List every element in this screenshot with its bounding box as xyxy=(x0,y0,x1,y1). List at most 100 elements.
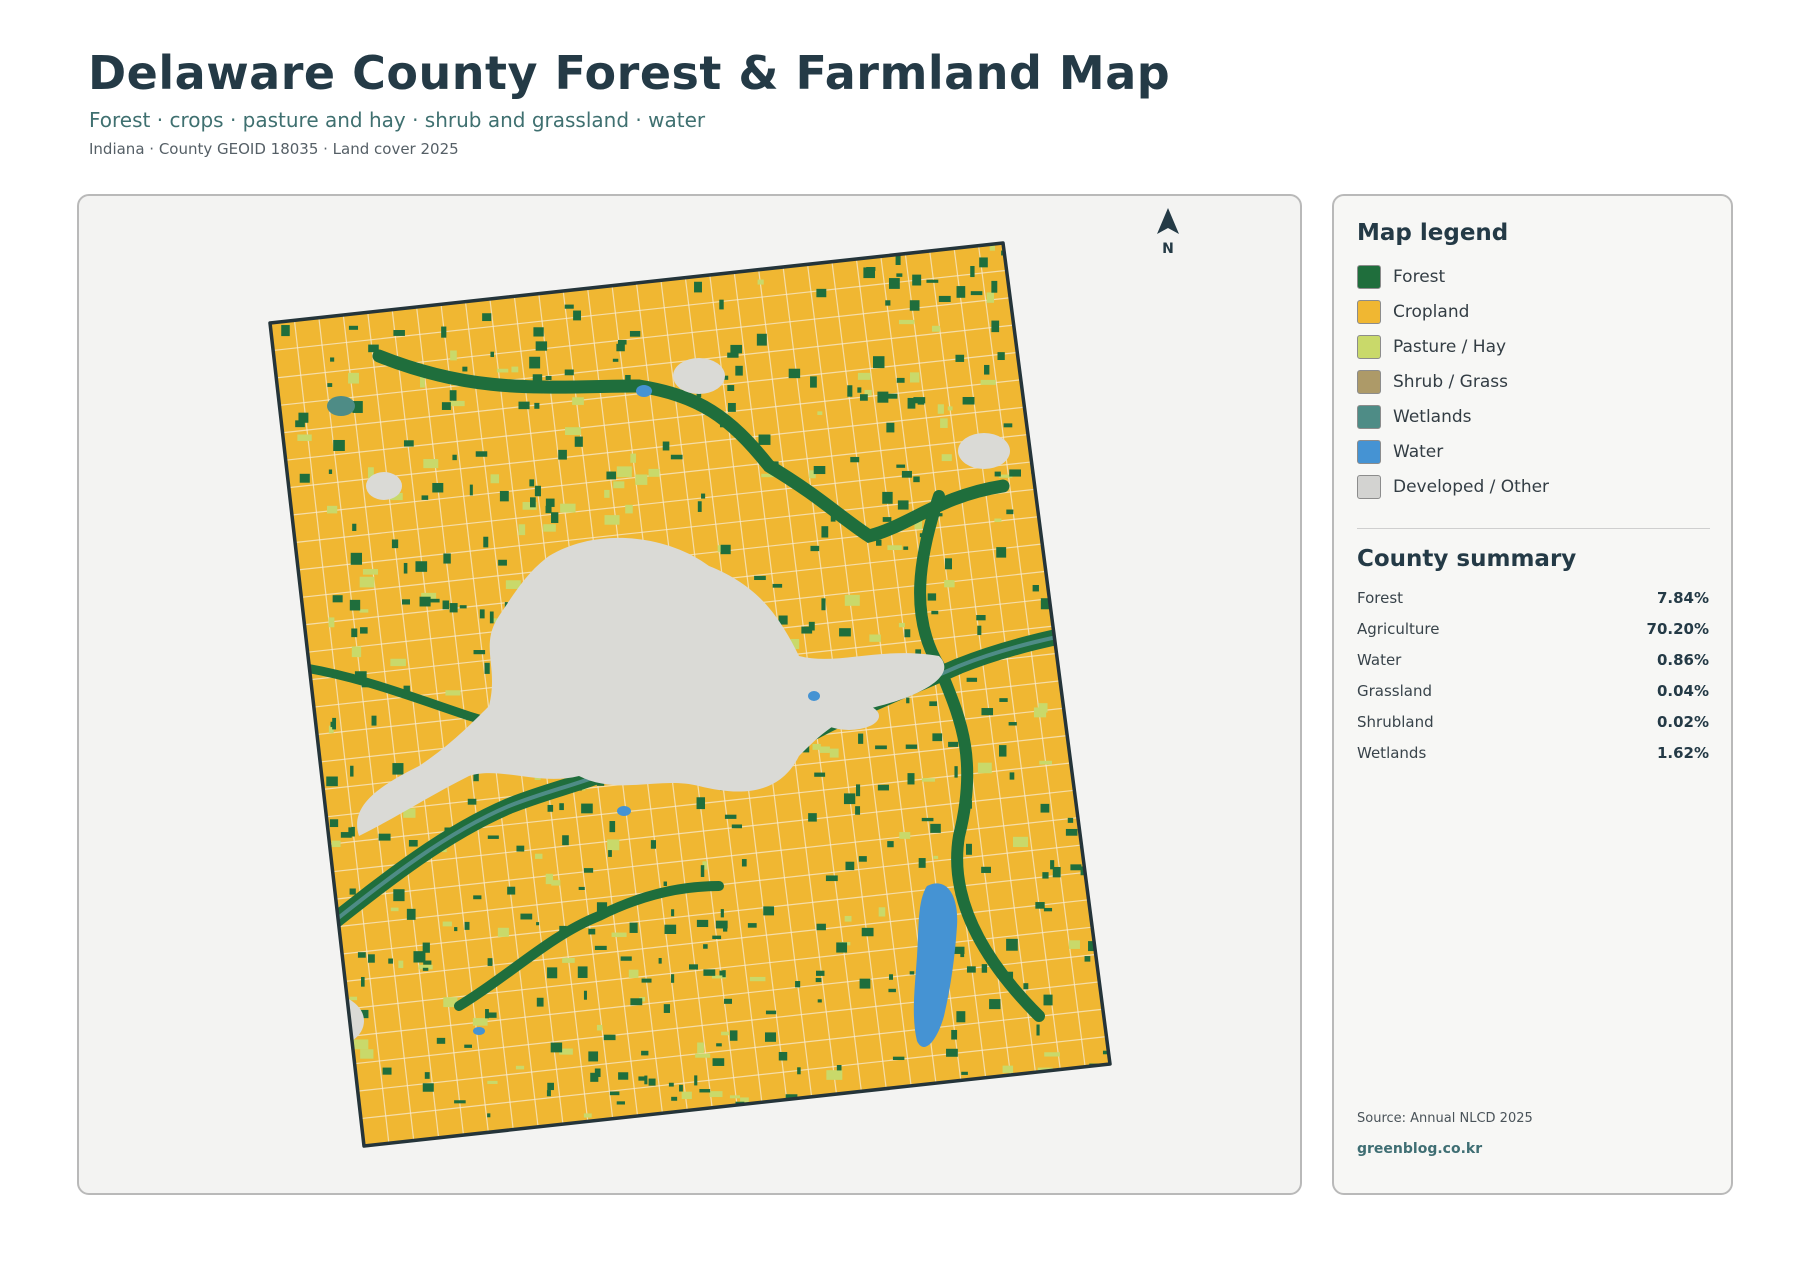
pasture-patch xyxy=(695,1053,711,1058)
forest-patch xyxy=(590,1072,599,1082)
forest-patch xyxy=(350,552,363,565)
pasture-patch xyxy=(817,411,823,415)
forest-patch xyxy=(716,1043,722,1047)
north-arrow: N xyxy=(1157,208,1179,257)
forest-patch xyxy=(694,281,702,293)
forest-patch xyxy=(1023,983,1029,990)
land-cover-map[interactable]: N xyxy=(79,196,1302,1195)
forest-patch xyxy=(436,1037,446,1044)
pasture-patch xyxy=(947,406,953,411)
forest-patch xyxy=(712,1058,725,1066)
forest-patch xyxy=(629,922,638,933)
forest-patch xyxy=(954,766,958,778)
forest-patch xyxy=(858,733,864,744)
forest-patch xyxy=(981,708,994,716)
forest-patch xyxy=(938,295,951,303)
forest-patch xyxy=(913,397,926,404)
forest-patch xyxy=(907,773,915,785)
pasture-patch xyxy=(994,518,1002,522)
legend-swatch-shrub xyxy=(1357,370,1381,394)
forest-patch xyxy=(730,344,742,354)
forest-patch xyxy=(866,267,876,271)
forest-patch xyxy=(616,1101,625,1105)
forest-patch xyxy=(930,823,941,833)
forest-patch xyxy=(816,923,826,931)
forest-patch xyxy=(617,339,627,345)
legend-item-water: Water xyxy=(1357,439,1697,465)
pond-north xyxy=(636,385,652,397)
forest-patch xyxy=(892,1056,905,1061)
forest-patch xyxy=(588,928,596,935)
forest-patch xyxy=(887,841,894,848)
forest-patch xyxy=(979,257,988,268)
forest-patch xyxy=(727,385,735,391)
data-source: Source: Annual NLCD 2025 xyxy=(1357,1111,1533,1126)
forest-patch xyxy=(348,827,355,835)
forest-patch xyxy=(697,501,702,512)
legend-title: Map legend xyxy=(1357,220,1509,246)
forest-patch xyxy=(1040,803,1050,813)
forest-patch xyxy=(720,909,724,918)
pasture-patch xyxy=(986,292,995,303)
pasture-patch xyxy=(1069,940,1080,949)
pasture-patch xyxy=(490,474,500,484)
forest-patch xyxy=(403,440,414,447)
forest-patch xyxy=(857,387,862,393)
forest-patch xyxy=(422,967,429,971)
forest-patch xyxy=(507,886,516,895)
forest-patch xyxy=(915,649,922,655)
pasture-patch xyxy=(1013,836,1028,848)
forest-patch xyxy=(1042,872,1049,879)
forest-patch xyxy=(772,583,783,588)
forest-patch xyxy=(921,817,934,822)
forest-patch xyxy=(719,970,726,976)
forest-patch xyxy=(393,889,405,902)
pasture-patch xyxy=(328,617,335,628)
pasture-patch xyxy=(445,690,461,696)
pasture-patch xyxy=(442,921,452,927)
credit-link[interactable]: greenblog.co.kr xyxy=(1357,1141,1482,1157)
map-panel[interactable]: N xyxy=(77,194,1302,1195)
pasture-patch xyxy=(937,404,944,414)
forest-patch xyxy=(663,1004,671,1013)
pasture-patch xyxy=(898,319,915,325)
forest-patch xyxy=(454,1100,466,1104)
forest-patch xyxy=(443,553,451,564)
forest-patch xyxy=(882,491,893,504)
forest-patch xyxy=(368,954,375,963)
pasture-patch xyxy=(729,1095,741,1099)
summary-label: Water xyxy=(1357,651,1402,669)
forest-patch xyxy=(1009,772,1015,780)
pasture-patch xyxy=(487,1080,498,1084)
pasture-patch xyxy=(359,576,375,588)
forest-patch xyxy=(330,721,335,728)
pasture-patch xyxy=(869,634,881,642)
forest-patch xyxy=(664,924,677,934)
forest-patch xyxy=(876,539,882,546)
pasture-patch xyxy=(635,474,648,485)
pasture-patch xyxy=(562,957,575,963)
forest-patch xyxy=(529,479,535,487)
forest-patch xyxy=(970,291,983,296)
pasture-patch xyxy=(560,503,576,513)
forest-patch xyxy=(441,402,451,410)
forest-patch xyxy=(360,627,368,634)
pasture-patch xyxy=(604,489,610,498)
forest-patch xyxy=(648,1078,656,1086)
legend-label: Shrub / Grass xyxy=(1393,372,1508,392)
forest-patch xyxy=(546,1090,551,1097)
pasture-patch xyxy=(749,976,766,982)
town-north xyxy=(673,358,725,394)
forest-patch xyxy=(991,320,1000,333)
forest-patch xyxy=(909,300,920,311)
pasture-patch xyxy=(359,609,369,613)
forest-patch xyxy=(699,1089,711,1093)
forest-patch xyxy=(608,850,612,857)
forest-patch xyxy=(951,1029,958,1040)
forest-patch xyxy=(361,976,365,987)
forest-patch xyxy=(813,466,826,475)
legend-label: Water xyxy=(1393,442,1444,462)
pasture-patch xyxy=(543,524,556,532)
pasture-patch xyxy=(844,915,852,922)
forest-patch xyxy=(533,327,544,337)
